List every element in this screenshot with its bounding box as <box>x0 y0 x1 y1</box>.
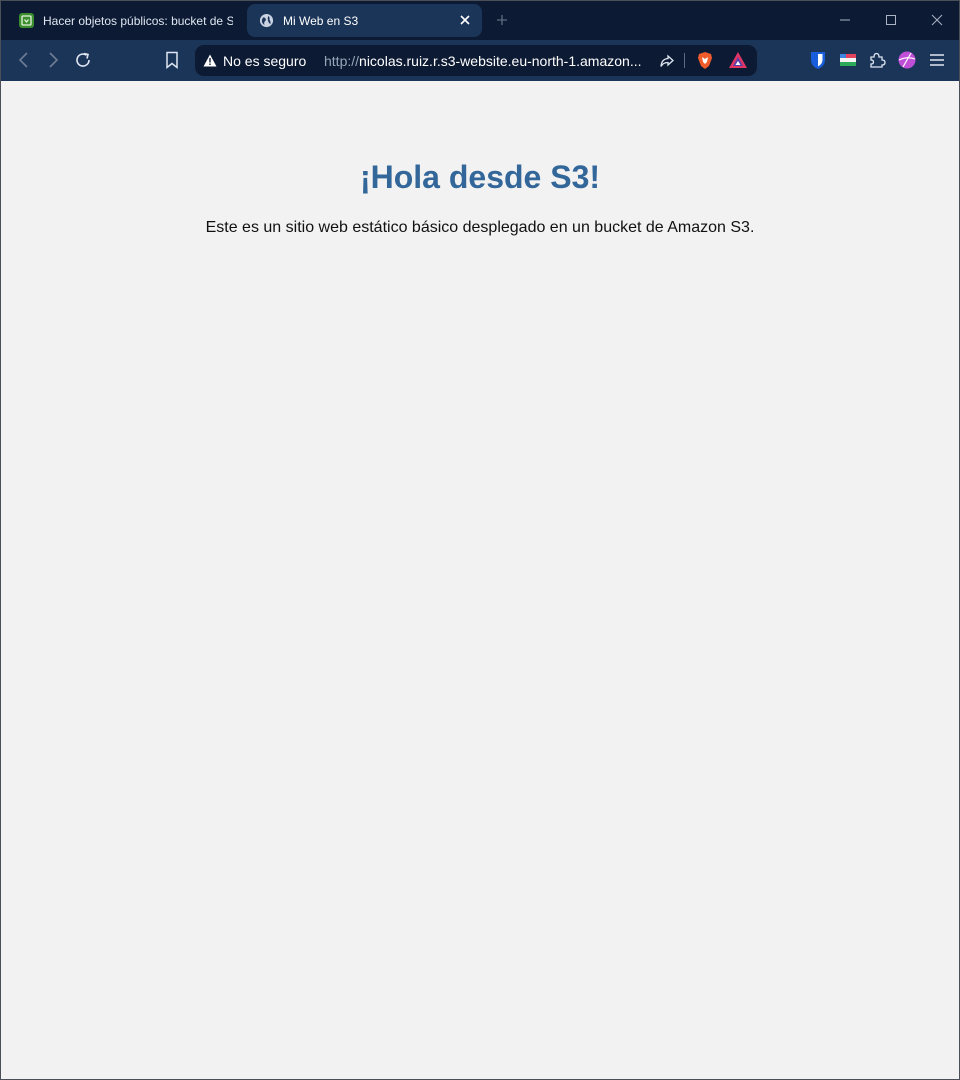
extensions-icon[interactable] <box>867 50 887 70</box>
bitwarden-icon[interactable] <box>808 50 828 70</box>
bookmark-icon[interactable] <box>162 50 182 70</box>
url-text[interactable]: http://nicolas.ruiz.r.s3-website.eu-nort… <box>324 45 642 76</box>
maximize-icon[interactable] <box>884 13 898 27</box>
address-bar[interactable]: No es seguro http://nicolas.ruiz.r.s3-we… <box>195 45 757 76</box>
new-tab-icon[interactable] <box>494 12 510 28</box>
brave-shields-icon[interactable] <box>696 51 714 70</box>
url-scheme: http:// <box>324 52 360 69</box>
tab-label: Mi Web en S3 <box>283 13 359 28</box>
tab-s3-console[interactable]: Hacer objetos públicos: bucket de S3 <box>11 4 239 37</box>
brave-rewards-icon[interactable] <box>728 51 748 70</box>
close-window-icon[interactable] <box>930 13 944 27</box>
page-paragraph: Este es un sitio web estático básico des… <box>205 219 755 236</box>
reload-icon[interactable] <box>73 50 93 70</box>
security-label: No es seguro <box>223 52 307 69</box>
tab-label: Hacer objetos públicos: bucket de S3 <box>43 13 233 28</box>
menu-icon[interactable] <box>927 50 947 70</box>
divider <box>684 53 685 68</box>
tab-manager-extension-icon[interactable] <box>838 50 858 70</box>
minimize-icon[interactable] <box>838 13 852 27</box>
warning-icon <box>203 54 217 67</box>
url-host: nicolas.ruiz.r.s3-website.eu-north-1.ama… <box>359 52 642 69</box>
close-tab-icon[interactable] <box>458 13 472 27</box>
profile-avatar-icon[interactable] <box>897 50 917 70</box>
browser-window: Hacer objetos públicos: bucket de S3 Mi … <box>0 0 960 1080</box>
forward-icon[interactable] <box>43 50 63 70</box>
security-indicator[interactable]: No es seguro <box>203 45 306 76</box>
share-icon[interactable] <box>658 52 676 70</box>
tab-strip: Hacer objetos públicos: bucket de S3 Mi … <box>1 1 959 40</box>
tab-mi-web[interactable]: Mi Web en S3 <box>247 4 482 37</box>
s3-console-icon <box>19 13 34 28</box>
back-icon[interactable] <box>14 50 34 70</box>
web-page-content: ¡Hola desde S3! Este es un sitio web est… <box>1 81 959 1079</box>
browser-toolbar: No es seguro http://nicolas.ruiz.r.s3-we… <box>1 40 959 81</box>
page-heading: ¡Hola desde S3! <box>359 159 601 195</box>
globe-icon <box>259 13 274 28</box>
